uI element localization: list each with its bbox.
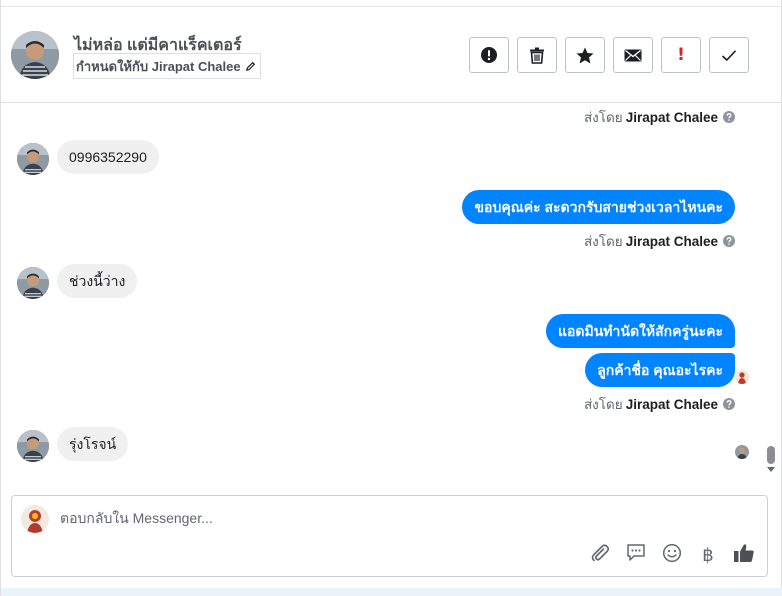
scrollbar-thumb[interactable]	[767, 446, 775, 464]
exclamation-icon: !	[677, 45, 685, 65]
follow-up-button[interactable]: !	[661, 37, 701, 73]
sent-by-label: ส่งโดย Jirapat Chalee	[584, 106, 735, 128]
messenger-conversation-panel: ไม่หล่อ แต่มีคาแร็คเตอร์ กำหนดให้กับ Jir…	[0, 0, 782, 596]
payment-button[interactable]: ฿	[697, 544, 719, 566]
done-button[interactable]	[709, 37, 749, 73]
composer-tools: ฿	[589, 542, 755, 569]
customer-avatar-small[interactable]	[17, 430, 49, 462]
mark-unread-button[interactable]	[613, 37, 653, 73]
page-avatar	[21, 505, 49, 533]
page-seen-avatar	[735, 370, 749, 384]
message-bubble-incoming: 0996352290	[57, 140, 159, 174]
customer-avatar-small[interactable]	[17, 267, 49, 299]
question-circle-icon[interactable]	[723, 398, 735, 410]
bottom-bar	[1, 588, 782, 596]
scroll-down-arrow[interactable]	[767, 467, 775, 472]
emoji-icon	[662, 543, 682, 568]
sent-by-label: ส่งโดย Jirapat Chalee	[584, 230, 735, 252]
trash-icon	[529, 47, 545, 64]
question-circle-icon[interactable]	[723, 235, 735, 247]
message-bubble-outgoing: ขอบคุณค่ะ สะดวกรับสายช่วงเวลาไหนคะ	[462, 190, 735, 224]
star-button[interactable]	[565, 37, 605, 73]
emoji-button[interactable]	[661, 543, 683, 568]
attach-button[interactable]	[589, 543, 611, 568]
customer-avatar[interactable]	[11, 31, 59, 79]
envelope-icon	[624, 49, 642, 62]
message-bubble-outgoing: ลูกค้าชื่อ คุณอะไรคะ	[585, 353, 735, 387]
question-circle-icon[interactable]	[723, 111, 735, 123]
spam-button[interactable]	[469, 37, 509, 73]
exclamation-circle-icon	[480, 46, 498, 64]
message-bubble-incoming: ช่วงนี้ว่าง	[57, 264, 138, 298]
delete-button[interactable]	[517, 37, 557, 73]
checkmark-icon	[721, 49, 737, 62]
message-bubble-outgoing: แอดมินทำนัดให้สักครู่นะคะ	[545, 314, 735, 348]
baht-icon: ฿	[702, 544, 714, 566]
assign-to-button[interactable]: กำหนดให้กับ Jirapat Chalee	[73, 53, 261, 79]
paperclip-icon	[590, 543, 610, 568]
message-bubble-incoming: รุ่งโรจน์	[57, 427, 129, 461]
sent-by-label: ส่งโดย Jirapat Chalee	[584, 393, 735, 415]
customer-avatar-small[interactable]	[17, 143, 49, 175]
like-button[interactable]	[733, 542, 755, 569]
conversation-actions: !	[469, 37, 749, 73]
saved-reply-icon	[626, 543, 646, 567]
pencil-icon	[245, 61, 256, 72]
message-thread[interactable]: ส่งโดย Jirapat Chalee 0996352290 ขอบคุณค…	[1, 104, 779, 486]
customer-seen-avatar	[735, 445, 749, 459]
star-icon	[576, 47, 594, 64]
reply-composer: ฿	[11, 495, 768, 577]
assign-label: กำหนดให้กับ Jirapat Chalee	[76, 58, 241, 74]
conversation-header: ไม่หล่อ แต่มีคาแร็คเตอร์ กำหนดให้กับ Jir…	[1, 7, 782, 103]
thumbs-up-icon	[733, 542, 755, 569]
saved-reply-button[interactable]	[625, 544, 647, 566]
reply-input[interactable]	[60, 510, 560, 526]
